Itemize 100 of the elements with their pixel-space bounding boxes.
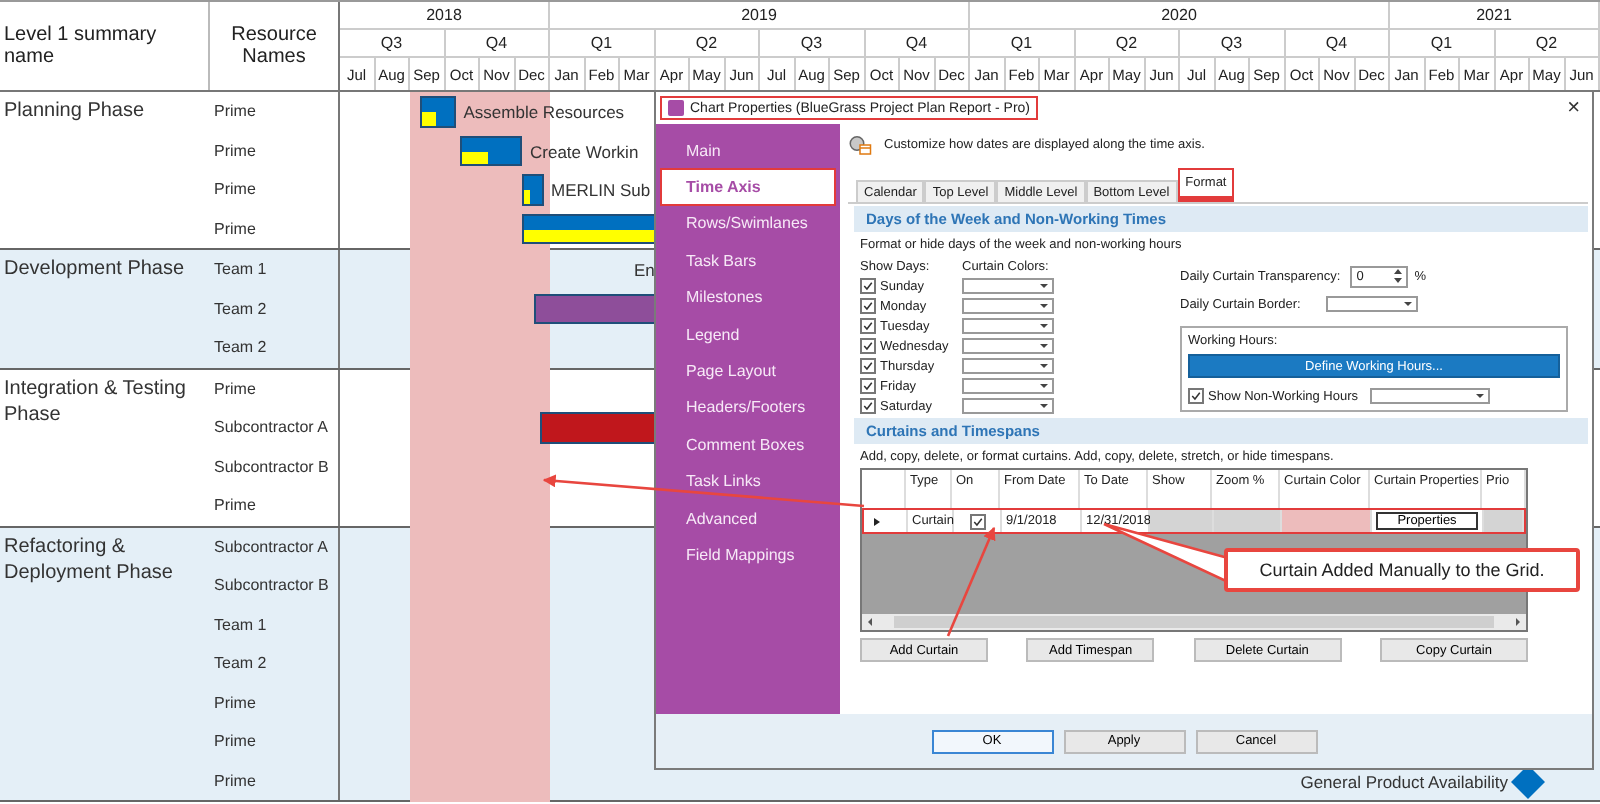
callout-pointer — [1102, 522, 1230, 585]
dropdown-field[interactable] — [962, 298, 1054, 314]
dropdown-field[interactable] — [962, 378, 1054, 394]
quarter-header: Q4 — [865, 30, 970, 58]
app-icon — [668, 100, 684, 116]
resource-name: Team 2 — [214, 654, 267, 673]
quarter-header: Q1 — [1390, 30, 1495, 58]
dropdown-field[interactable] — [962, 398, 1054, 414]
row-pointer-icon — [874, 517, 880, 525]
color-swatch[interactable] — [1282, 510, 1372, 532]
task-label: Create Workin — [530, 141, 639, 161]
task-label: Assemble Resources — [463, 102, 625, 122]
dropdown-field[interactable] — [962, 278, 1054, 294]
checkbox[interactable] — [969, 513, 985, 529]
task-bar[interactable] — [534, 293, 655, 324]
quarter-header: Q1 — [550, 30, 655, 58]
sidebar-item[interactable]: Task Links — [660, 463, 836, 500]
caret-icon — [1040, 384, 1048, 388]
resource-name: Subcontractor A — [214, 537, 328, 556]
checkbox[interactable] — [860, 338, 876, 354]
grid-cell — [1484, 510, 1524, 532]
dropdown-field[interactable] — [1326, 296, 1419, 312]
group-name: Integration & Testing Phase — [2, 375, 188, 429]
task-bar[interactable] — [522, 213, 655, 244]
sidebar-item[interactable]: Field Mappings — [660, 536, 836, 574]
checkbox[interactable] — [860, 358, 876, 374]
quarter-header: Q4 — [445, 30, 550, 58]
year-header: 2020 — [970, 2, 1390, 30]
resource-name: Subcontractor A — [214, 418, 328, 437]
horizontal-scrollbar[interactable] — [862, 614, 1526, 630]
column-header: Level 1 summary name — [0, 2, 210, 90]
quarter-header: Q2 — [1495, 30, 1600, 58]
column-header: Resource Names — [210, 2, 340, 90]
resource-name: Prime — [214, 496, 256, 515]
year-header: 2018 — [340, 2, 550, 30]
sidebar-item[interactable]: Comment Boxes — [660, 426, 836, 464]
annotation-arrow — [946, 526, 996, 637]
checkbox[interactable] — [860, 378, 876, 394]
task-bar[interactable] — [522, 174, 543, 205]
resource-name: Prime — [214, 771, 256, 790]
resource-name: Team 2 — [214, 299, 267, 318]
group-name: Planning Phase — [2, 98, 147, 126]
quarter-header: Q3 — [1180, 30, 1285, 58]
caret-icon — [1040, 304, 1048, 308]
group-name: Development Phase — [2, 256, 187, 284]
resource-name: Prime — [214, 732, 256, 751]
quarter-header: Q2 — [655, 30, 760, 58]
task-label: MERLIN Sub — [550, 180, 651, 200]
checkbox[interactable] — [860, 318, 876, 334]
resource-name: Prime — [214, 141, 256, 160]
sidebar-item[interactable]: Milestones — [660, 279, 836, 316]
checkbox[interactable] — [1188, 388, 1204, 404]
callout-text: Curtain Added Manually to the Grid. — [1224, 548, 1580, 592]
caret-icon — [1040, 324, 1048, 328]
sidebar-item[interactable]: Time Axis — [660, 168, 836, 206]
resource-name: Subcontractor B — [214, 576, 329, 595]
quarter-header: Q3 — [760, 30, 865, 58]
sidebar-item[interactable]: Rows/Swimlanes — [660, 205, 836, 243]
year-header: 2021 — [1390, 2, 1600, 30]
calendar-gear-icon — [848, 133, 872, 155]
task-label: En — [634, 260, 655, 280]
caret-icon — [1040, 344, 1048, 348]
sidebar-item[interactable]: Legend — [660, 315, 836, 353]
checkbox[interactable] — [860, 298, 876, 314]
resource-name: Prime — [214, 379, 256, 398]
dropdown-field[interactable] — [962, 318, 1054, 334]
dropdown-field[interactable] — [962, 358, 1054, 374]
resource-name: Prime — [214, 693, 256, 712]
caret-icon — [1040, 364, 1048, 368]
group-name: Refactoring & Deployment Phase — [2, 533, 175, 587]
caret-icon — [1476, 394, 1485, 398]
year-header: 2019 — [550, 2, 970, 30]
resource-name: Prime — [214, 180, 256, 199]
sidebar-item[interactable]: Page Layout — [660, 352, 836, 390]
caret-icon — [1040, 404, 1048, 408]
quarter-header: Q3 — [340, 30, 445, 58]
spinner-arrows-icon — [1392, 266, 1405, 286]
resource-name: Subcontractor B — [214, 457, 329, 476]
dropdown-field[interactable] — [962, 338, 1054, 354]
resource-name: Prime — [214, 219, 256, 238]
caret-icon — [1040, 284, 1048, 288]
checkbox[interactable] — [860, 278, 876, 294]
quarter-header: Q1 — [970, 30, 1075, 58]
sidebar-item[interactable]: Headers/Footers — [660, 389, 836, 427]
task-bar[interactable] — [459, 135, 522, 166]
sidebar-item[interactable]: Main — [660, 132, 836, 169]
quarter-header: Q2 — [1075, 30, 1180, 58]
close-button[interactable]: × — [1563, 97, 1584, 119]
grid-cell — [1214, 510, 1282, 532]
milestone-label: General Product Availability — [1300, 771, 1509, 791]
sidebar-item[interactable]: Advanced — [660, 499, 836, 537]
task-bar[interactable] — [420, 96, 456, 127]
resource-name: Team 1 — [214, 260, 267, 279]
sidebar-item[interactable]: Task Bars — [660, 242, 836, 280]
resource-name: Team 2 — [214, 338, 267, 357]
checkbox[interactable] — [860, 398, 876, 414]
caret-icon — [1404, 302, 1413, 306]
scroll-right-icon — [1516, 618, 1520, 626]
resource-name: Prime — [214, 102, 256, 121]
dropdown-field[interactable] — [1370, 388, 1491, 404]
